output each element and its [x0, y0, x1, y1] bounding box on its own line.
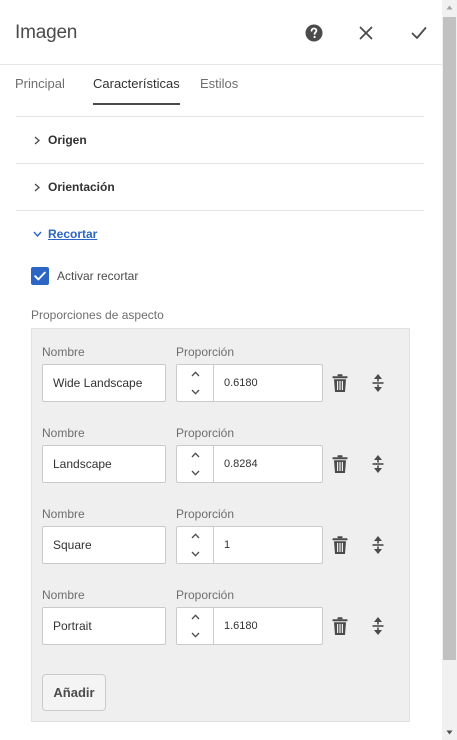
enable-crop-label: Activar recortar — [57, 269, 139, 283]
delete-button[interactable] — [331, 615, 349, 637]
stepper-buttons — [177, 608, 214, 644]
name-input[interactable]: Wide Landscape — [42, 364, 166, 402]
trash-icon — [332, 616, 348, 635]
ratio-input[interactable]: 1.6180 — [224, 608, 258, 644]
chevron-down-icon — [191, 470, 199, 476]
reorder-handle[interactable] — [370, 453, 386, 475]
move-vertical-icon — [372, 536, 384, 554]
help-circle-icon — [305, 24, 323, 42]
scroll-down-button[interactable] — [442, 725, 457, 740]
stepper-buttons — [177, 365, 214, 401]
ratio-input[interactable]: 0.8284 — [224, 446, 258, 482]
chevron-down-icon — [191, 632, 199, 638]
delete-button[interactable] — [331, 372, 349, 394]
stepper-buttons — [177, 446, 214, 482]
increment-button[interactable] — [177, 365, 213, 383]
scrollbar-thumb[interactable] — [443, 17, 456, 660]
image-dialog: Imagen Principal Características Estilos — [0, 0, 442, 740]
decrement-button[interactable] — [177, 464, 213, 482]
move-vertical-icon — [372, 374, 384, 392]
dialog-title: Imagen — [15, 22, 78, 43]
chevron-up-icon — [191, 614, 199, 620]
ratio-label: Proporción — [176, 588, 235, 602]
ratio-input[interactable]: 0.6180 — [224, 365, 258, 401]
accordion-label: Origen — [48, 133, 87, 147]
reorder-handle[interactable] — [370, 372, 386, 394]
aspect-ratio-row: Nombre Proporción Portrait 1.6180 — [32, 588, 411, 668]
tab-principal[interactable]: Principal — [15, 76, 65, 103]
aspect-ratios-label: Proporciones de aspecto — [31, 308, 164, 322]
name-input[interactable]: Portrait — [42, 607, 166, 645]
name-input[interactable]: Square — [42, 526, 166, 564]
close-icon — [359, 26, 373, 40]
ratio-stepper: 1.6180 — [176, 607, 323, 645]
done-button[interactable] — [407, 21, 431, 45]
chevron-up-icon — [191, 533, 199, 539]
delete-button[interactable] — [331, 453, 349, 475]
close-button[interactable] — [354, 21, 378, 45]
chevron-up-icon — [191, 452, 199, 458]
increment-button[interactable] — [177, 608, 213, 626]
chevron-down-icon — [191, 551, 199, 557]
accordion-label: Recortar — [48, 227, 98, 241]
chevron-down-icon — [32, 229, 42, 239]
decrement-button[interactable] — [177, 545, 213, 563]
ratio-label: Proporción — [176, 426, 235, 440]
ratio-stepper: 0.6180 — [176, 364, 323, 402]
triangle-down-icon — [446, 730, 453, 735]
tab-bar: Principal Características Estilos — [0, 66, 442, 116]
chevron-up-icon — [191, 371, 199, 377]
ratio-input[interactable]: 1 — [224, 527, 230, 563]
dialog-header: Imagen — [0, 0, 442, 65]
name-label: Nombre — [42, 507, 85, 521]
increment-button[interactable] — [177, 446, 213, 464]
accordion-orientacion[interactable]: Orientación — [16, 164, 424, 210]
help-button[interactable] — [302, 21, 326, 45]
increment-button[interactable] — [177, 527, 213, 545]
checkbox-checked-icon — [31, 267, 49, 285]
scroll-up-button[interactable] — [442, 0, 457, 15]
accordion-origen[interactable]: Origen — [16, 117, 424, 163]
accordion-recortar[interactable]: Recortar — [16, 211, 424, 257]
name-label: Nombre — [42, 588, 85, 602]
name-label: Nombre — [42, 345, 85, 359]
reorder-handle[interactable] — [370, 615, 386, 637]
aspect-ratio-row: Nombre Proporción Square 1 — [32, 507, 411, 587]
name-input[interactable]: Landscape — [42, 445, 166, 483]
aspect-ratio-multifield: Nombre Proporción Wide Landscape 0.6180 — [31, 328, 410, 722]
ratio-label: Proporción — [176, 345, 235, 359]
name-label: Nombre — [42, 426, 85, 440]
trash-icon — [332, 535, 348, 554]
aspect-ratio-row: Nombre Proporción Landscape 0.8284 — [32, 426, 411, 506]
reorder-handle[interactable] — [370, 534, 386, 556]
ratio-stepper: 0.8284 — [176, 445, 323, 483]
move-vertical-icon — [372, 455, 384, 473]
ratio-stepper: 1 — [176, 526, 323, 564]
tab-caracteristicas[interactable]: Características — [93, 76, 180, 105]
chevron-down-icon — [191, 389, 199, 395]
chevron-right-icon — [32, 182, 42, 192]
add-ratio-button[interactable]: Añadir — [42, 674, 106, 711]
delete-button[interactable] — [331, 534, 349, 556]
decrement-button[interactable] — [177, 626, 213, 644]
trash-icon — [332, 454, 348, 473]
decrement-button[interactable] — [177, 383, 213, 401]
triangle-up-icon — [446, 5, 453, 10]
checkmark-icon — [411, 27, 427, 39]
move-vertical-icon — [372, 617, 384, 635]
tab-estilos[interactable]: Estilos — [200, 76, 238, 103]
trash-icon — [332, 373, 348, 392]
enable-crop-checkbox[interactable]: Activar recortar — [31, 266, 138, 286]
aspect-ratio-row: Nombre Proporción Wide Landscape 0.6180 — [32, 345, 411, 425]
ratio-label: Proporción — [176, 507, 235, 521]
accordion-label: Orientación — [48, 180, 115, 194]
stepper-buttons — [177, 527, 214, 563]
chevron-right-icon — [32, 135, 42, 145]
